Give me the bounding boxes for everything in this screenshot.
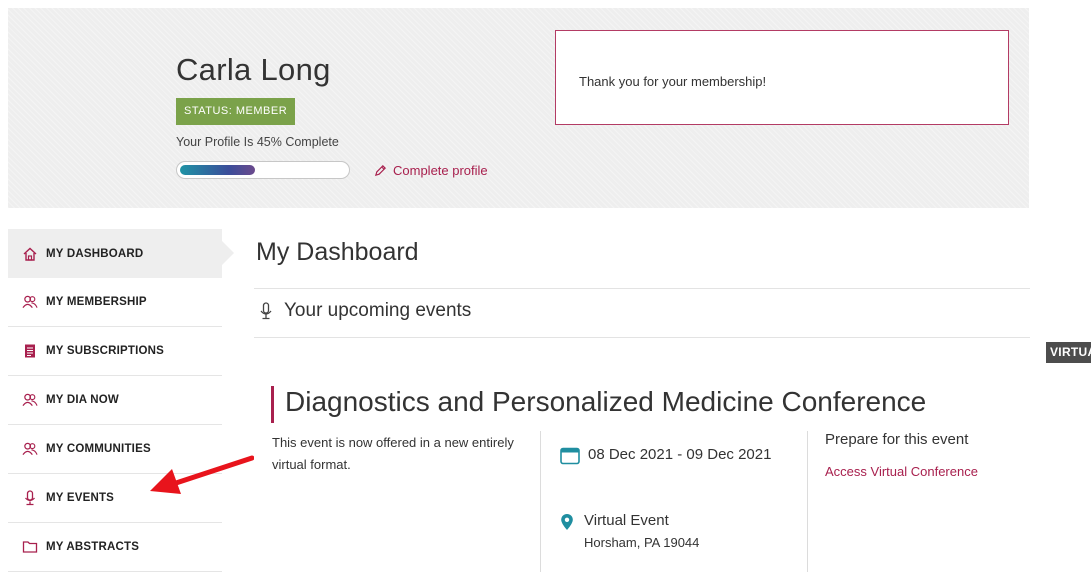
column-divider	[540, 431, 541, 572]
sidebar-item-label: MY EVENTS	[46, 492, 115, 504]
profile-progress-bar	[176, 161, 350, 179]
event-date-text: 08 Dec 2021 - 09 Dec 2021	[588, 446, 772, 463]
sidebar-item-label: MY ABSTRACTS	[46, 541, 140, 553]
members-icon	[22, 441, 38, 457]
profile-progress-fill	[180, 165, 255, 175]
column-divider	[807, 431, 808, 572]
event-date: 08 Dec 2021 - 09 Dec 2021	[560, 446, 788, 465]
upcoming-events-heading: Your upcoming events	[258, 300, 471, 322]
complete-profile-label: Complete profile	[393, 163, 488, 178]
sidebar-item-label: MY DASHBOARD	[46, 247, 144, 260]
members-icon	[22, 294, 38, 310]
divider	[254, 288, 1030, 289]
map-pin-icon	[560, 513, 574, 550]
annotation-arrow-icon	[150, 455, 254, 494]
calendar-icon	[560, 447, 580, 465]
status-badge: STATUS: MEMBER	[176, 98, 296, 125]
membership-message: Thank you for your membership!	[579, 74, 767, 89]
sidebar-item-abstracts[interactable]: MY ABSTRACTS	[8, 523, 222, 572]
members-icon	[22, 392, 38, 408]
sidebar-item-label: MY MEMBERSHIP	[46, 296, 147, 308]
pencil-icon	[374, 164, 387, 177]
sidebar-item-dashboard[interactable]: MY DASHBOARD	[8, 229, 234, 278]
event-description: This event is now offered in a new entir…	[272, 435, 514, 472]
profile-panel: Carla Long STATUS: MEMBER Your Profile I…	[8, 8, 1029, 208]
virtual-badge: VIRTUAL	[1046, 342, 1091, 363]
sidebar-item-membership[interactable]: MY MEMBERSHIP	[8, 278, 222, 327]
sidebar-item-subscriptions[interactable]: MY SUBSCRIPTIONS	[8, 327, 222, 376]
sidebar-item-label: MY SUBSCRIPTIONS	[46, 345, 165, 357]
sidebar-nav: MY DASHBOARD MY MEMBERSHIP MY SUBSCRIPTI…	[8, 229, 234, 572]
prepare-heading: Prepare for this event	[825, 431, 969, 448]
membership-message-box: Thank you for your membership!	[555, 30, 1009, 125]
event-location: Virtual Event Horsham, PA 19044	[560, 512, 699, 550]
sidebar-item-label: MY COMMUNITIES	[46, 443, 151, 455]
microphone-icon	[258, 302, 274, 320]
event-title[interactable]: Diagnostics and Personalized Medicine Co…	[285, 386, 926, 418]
divider	[254, 337, 1030, 338]
folder-icon	[22, 539, 38, 555]
sidebar-item-dia-now[interactable]: MY DIA NOW	[8, 376, 222, 425]
page-title: My Dashboard	[256, 238, 419, 266]
event-accent-bar	[271, 386, 274, 423]
document-icon	[22, 343, 38, 359]
event-location-name: Virtual Event	[584, 512, 669, 529]
microphone-icon	[22, 490, 38, 506]
event-location-address: Horsham, PA 19044	[584, 535, 700, 550]
complete-profile-link[interactable]: Complete profile	[374, 163, 488, 178]
access-virtual-conference-link[interactable]: Access Virtual Conference	[825, 464, 978, 479]
upcoming-events-label: Your upcoming events	[284, 300, 472, 321]
user-name: Carla Long	[176, 52, 331, 87]
profile-completion-text: Your Profile Is 45% Complete	[176, 135, 339, 149]
sidebar-item-label: MY DIA NOW	[46, 394, 119, 406]
home-icon	[22, 246, 38, 262]
